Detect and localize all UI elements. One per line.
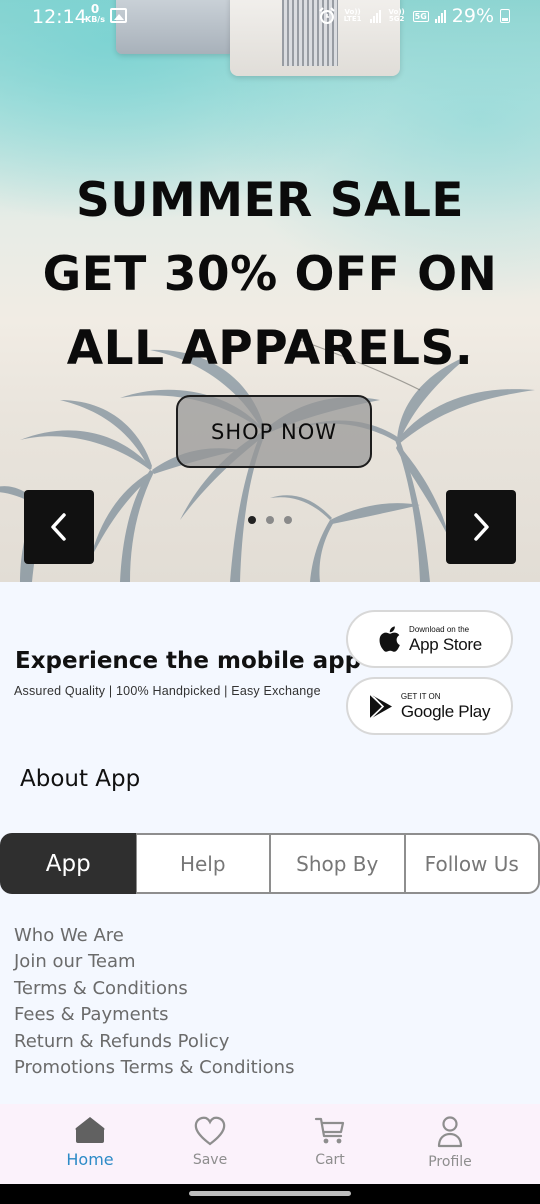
google-play-big-text: Google Play (400, 701, 491, 721)
app-store-small-text: Download on the (409, 624, 470, 634)
carousel-dot[interactable] (248, 516, 256, 524)
nav-home-label: Home (66, 1150, 114, 1169)
cart-icon (314, 1117, 345, 1144)
home-gesture-handle[interactable] (189, 1191, 351, 1196)
about-app-title: About App (20, 766, 141, 792)
chevron-left-icon (51, 513, 66, 541)
tab-follow-us[interactable]: Follow Us (404, 833, 540, 894)
google-play-small-text: GET IT ON (400, 691, 441, 701)
app-store-big-text: App Store (409, 634, 482, 654)
nav-save-label: Save (192, 1152, 228, 1168)
nav-save[interactable]: Save (150, 1104, 270, 1184)
status-time: 12:14 (32, 6, 87, 28)
bottom-nav: Home Save Cart Profile (0, 1104, 540, 1184)
nav-home[interactable]: Home (30, 1104, 150, 1184)
system-nav-bar (0, 1184, 540, 1204)
gallery-notification-icon (110, 8, 127, 23)
nav-cart[interactable]: Cart (270, 1104, 390, 1184)
google-play-button[interactable]: GET IT ON Google Play (346, 677, 513, 735)
net-speed-unit: KB/s (85, 15, 105, 24)
signal-icon (434, 9, 446, 23)
app-promo-subtitle: Assured Quality | 100% Handpicked | Easy… (14, 684, 321, 698)
status-bar: 12:14 0 KB/s Vo)) LTE1 Vo)) 5G2 5G 29% (0, 0, 540, 34)
apple-icon (379, 626, 400, 652)
link-terms-conditions[interactable]: Terms & Conditions (14, 976, 294, 1002)
battery-percent: 29% (451, 5, 494, 27)
carousel-dot[interactable] (266, 516, 274, 524)
net-speed-value: 0 (90, 2, 100, 16)
about-tabs: App Help Shop By Follow Us (0, 833, 540, 894)
sim2-label: Vo)) 5G2 (388, 8, 405, 23)
carousel-prev-button[interactable] (24, 490, 94, 564)
shop-now-button[interactable]: SHOP NOW (176, 395, 372, 468)
net-speed: 0 KB/s (85, 2, 105, 24)
carousel-next-button[interactable] (446, 490, 516, 564)
heart-icon (194, 1116, 226, 1146)
tab-help[interactable]: Help (135, 833, 270, 894)
hero-banner: 12:14 0 KB/s Vo)) LTE1 Vo)) 5G2 5G 29% S… (0, 0, 540, 582)
tab-app[interactable]: App (0, 833, 136, 894)
link-join-our-team[interactable]: Join our Team (14, 949, 294, 975)
chevron-right-icon (474, 513, 489, 541)
hero-title: SUMMER SALE GET 30% OFF ON ALL APPARELS. (42, 173, 498, 376)
tab-shop-by[interactable]: Shop By (270, 833, 405, 894)
nav-cart-label: Cart (315, 1152, 345, 1168)
carousel-dot[interactable] (284, 516, 292, 524)
network-type-badge: 5G (412, 10, 429, 22)
app-promo-title: Experience the mobile app (15, 648, 362, 674)
alarm-icon (318, 7, 335, 24)
link-return-refunds-policy[interactable]: Return & Refunds Policy (14, 1029, 294, 1055)
link-promotions-terms[interactable]: Promotions Terms & Conditions (14, 1055, 294, 1081)
google-play-icon (369, 692, 392, 720)
battery-icon (500, 9, 510, 23)
sim1-label: Vo)) LTE1 (343, 8, 362, 23)
carousel-dots (248, 516, 292, 524)
nav-profile[interactable]: Profile (390, 1104, 510, 1184)
link-who-we-are[interactable]: Who We Are (14, 923, 294, 949)
about-links-list: Who We Are Join our Team Terms & Conditi… (14, 923, 294, 1081)
profile-icon (437, 1116, 463, 1148)
status-right: Vo)) LTE1 Vo)) 5G2 5G 29% (318, 5, 510, 27)
nav-profile-label: Profile (428, 1154, 472, 1170)
app-store-button[interactable]: Download on the App Store (346, 610, 513, 668)
signal-icon (369, 9, 381, 23)
link-fees-payments[interactable]: Fees & Payments (14, 1002, 294, 1028)
home-icon (75, 1117, 105, 1143)
